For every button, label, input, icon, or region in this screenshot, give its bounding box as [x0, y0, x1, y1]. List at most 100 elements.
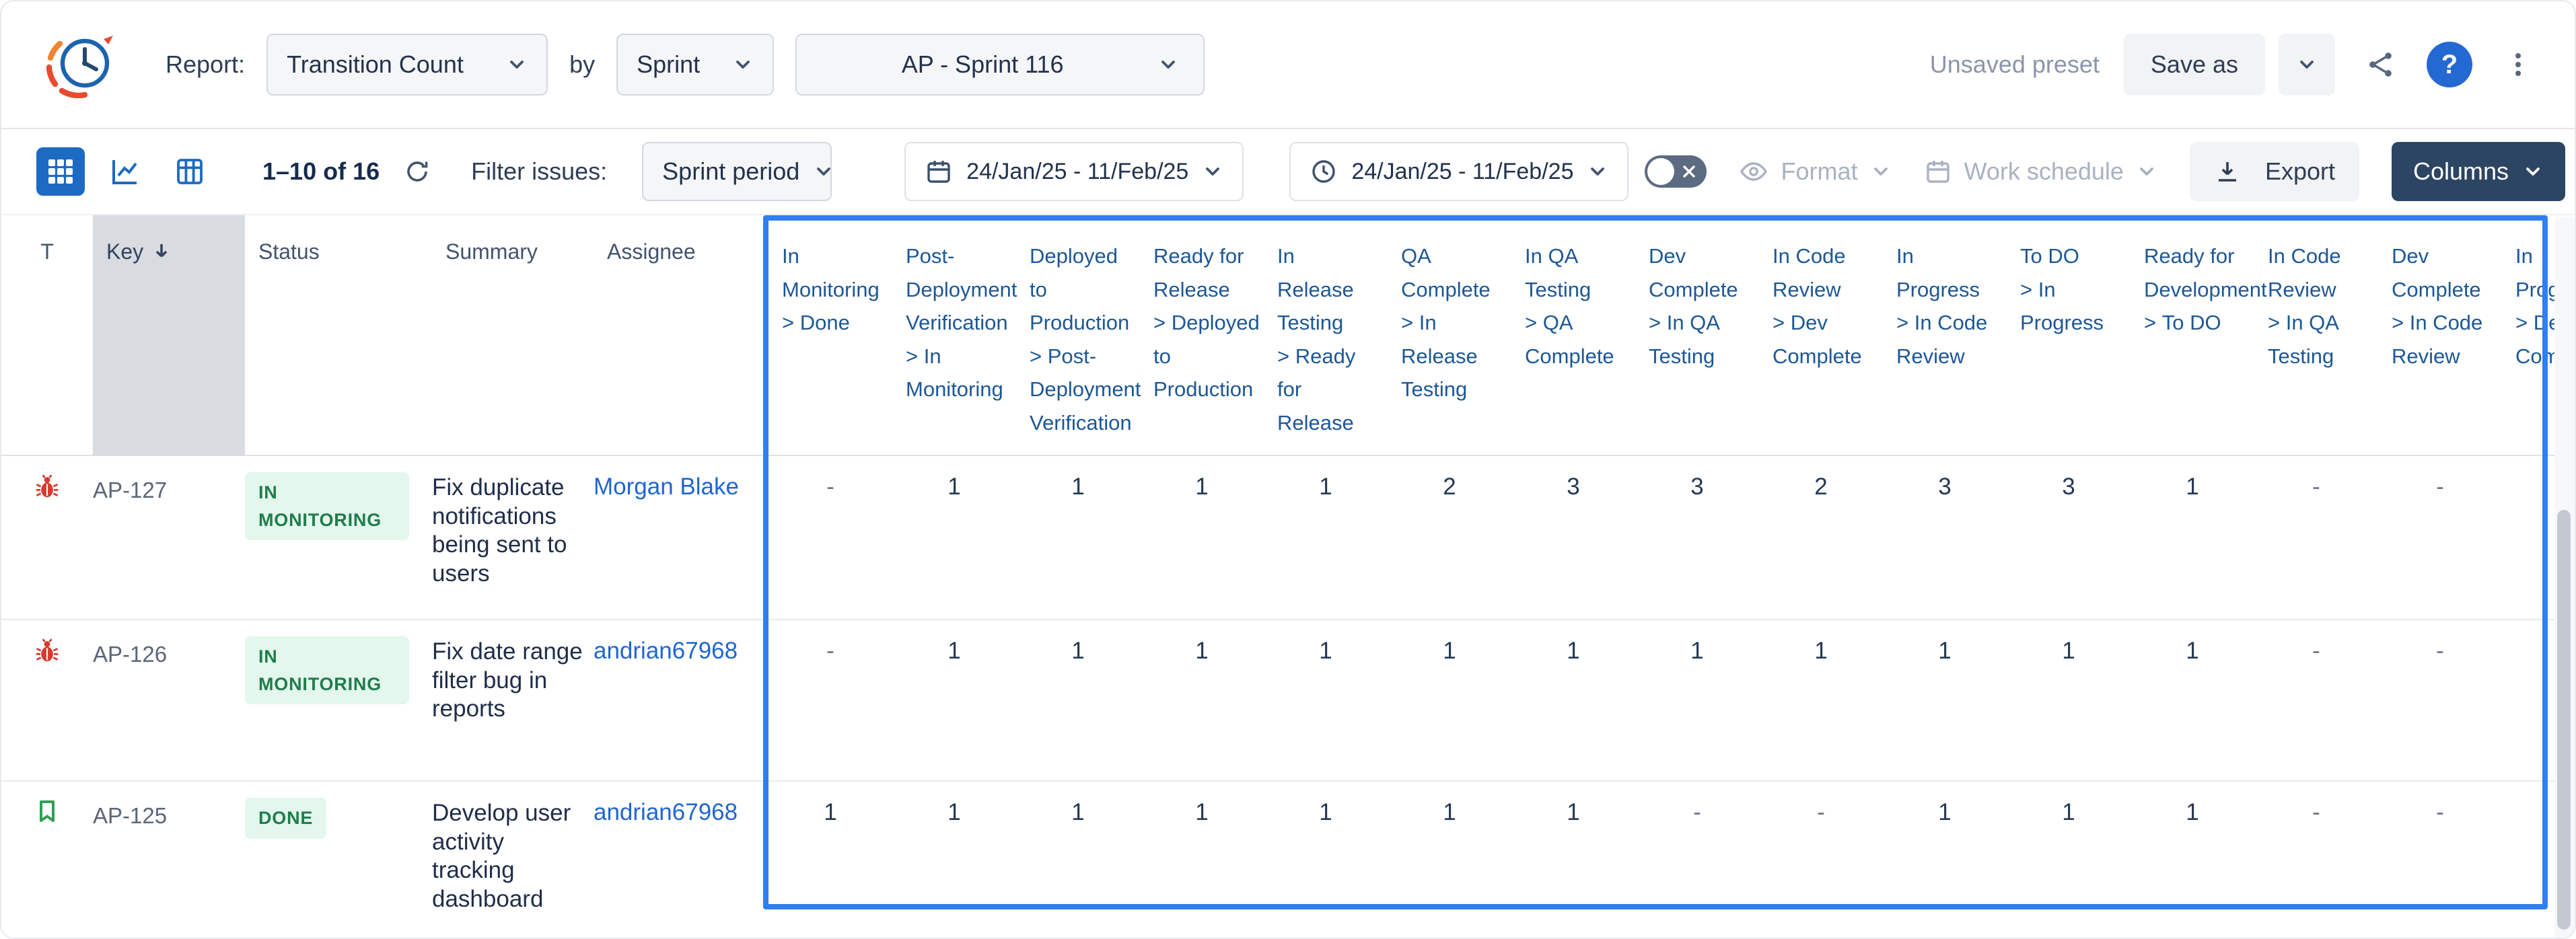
- issue-summary-link[interactable]: Fix date range filter bug in reports: [432, 620, 594, 780]
- toggle-knob: [1647, 158, 1674, 185]
- work-schedule-button[interactable]: Work schedule: [1924, 157, 2157, 186]
- transition-column-header[interactable]: In Progress > In Code Review: [1883, 215, 2007, 455]
- refresh-button[interactable]: [398, 153, 436, 190]
- transition-count-cell: 1: [1388, 782, 1511, 938]
- group-by-select[interactable]: Sprint: [616, 34, 774, 96]
- report-type-value: Transition Count: [287, 50, 464, 79]
- export-button[interactable]: Export: [2190, 142, 2359, 201]
- column-header-type[interactable]: T: [1, 215, 93, 455]
- transition-count-cell: -: [2378, 456, 2502, 619]
- column-header-key[interactable]: Key: [93, 215, 245, 456]
- transition-column-header[interactable]: In Progress > Dev Complete: [2502, 215, 2559, 455]
- transition-count-cell: -: [2254, 620, 2378, 780]
- chevron-down-icon: [2136, 161, 2157, 182]
- sprint-select[interactable]: AP - Sprint 116: [795, 34, 1205, 96]
- filter-issues-label: Filter issues:: [471, 157, 607, 186]
- transition-count-cell: 3: [1635, 456, 1759, 619]
- transition-count-cell: 1: [892, 620, 1016, 780]
- transition-column-header[interactable]: In Code Review > In QA Testing: [2254, 215, 2378, 455]
- transition-count-cell: 2: [1388, 456, 1511, 619]
- period-select[interactable]: Sprint period: [642, 142, 832, 201]
- transition-count-cell: -: [1635, 782, 1759, 938]
- transition-count-cell: 3: [1883, 456, 2007, 619]
- group-by-value: Sprint: [637, 50, 700, 79]
- date-range-picker[interactable]: 24/Jan/25 - 11/Feb/25: [904, 142, 1244, 201]
- transition-count-cell: -: [768, 620, 892, 780]
- column-header-summary[interactable]: Summary: [432, 215, 594, 455]
- vertical-scrollbar[interactable]: [2554, 217, 2575, 939]
- chevron-down-icon: [813, 161, 834, 182]
- status-cell: IN MONITORING: [245, 620, 432, 780]
- date-range-value: 24/Jan/25 - 11/Feb/25: [966, 159, 1188, 185]
- transition-column-header[interactable]: Dev Complete > In Code Review: [2378, 215, 2502, 455]
- issue-key[interactable]: AP-125: [93, 782, 245, 938]
- time-range-picker[interactable]: 24/Jan/25 - 11/Feb/25: [1289, 142, 1629, 201]
- columns-button[interactable]: Columns: [2392, 142, 2565, 201]
- bug-icon: [32, 636, 62, 666]
- transition-column-header[interactable]: In QA Testing > QA Complete: [1511, 215, 1635, 455]
- transition-column-header[interactable]: Ready for Release > Deployed to Producti…: [1140, 215, 1264, 455]
- transition-count-cell: 1: [1140, 620, 1264, 780]
- toolbar-actions: Format Work schedule Export Columns: [1645, 142, 2565, 201]
- transition-column-header[interactable]: To DO > In Progress: [2007, 215, 2131, 455]
- table-view-button[interactable]: [166, 147, 214, 196]
- format-button[interactable]: Format: [1739, 157, 1891, 186]
- report-type-select[interactable]: Transition Count: [266, 34, 548, 96]
- column-header-status[interactable]: Status: [245, 215, 432, 455]
- transition-column-header[interactable]: In Code Review > Dev Complete: [1759, 215, 1883, 455]
- story-bookmark-icon: [34, 798, 61, 825]
- chevron-down-icon: [1202, 161, 1223, 182]
- transition-count-cell: 2: [1759, 456, 1883, 619]
- chevron-down-icon: [2522, 161, 2544, 182]
- transition-count-cell: -: [1759, 782, 1883, 938]
- transition-column-header[interactable]: Post-Deployment Verification > In Monito…: [892, 215, 1016, 455]
- transition-count-cell: 1: [1264, 456, 1388, 619]
- column-header-assignee[interactable]: Assignee: [594, 215, 768, 455]
- more-menu-button[interactable]: [2497, 43, 2540, 86]
- assignee-link[interactable]: andrian67968: [594, 620, 768, 780]
- transition-count-cell: -: [2254, 456, 2378, 619]
- transition-column-header[interactable]: Deployed to Production > Post-Deployment…: [1016, 215, 1140, 455]
- issue-row: AP-125DONEDevelop user activity tracking…: [1, 782, 2559, 939]
- transition-count-cell: 1: [2131, 456, 2254, 619]
- share-icon: [2365, 48, 2397, 81]
- transition-count-cell: 3: [2007, 456, 2131, 619]
- toggle-switch[interactable]: [1645, 155, 1707, 188]
- save-as-menu-button[interactable]: [2279, 34, 2335, 96]
- chevron-down-icon: [1157, 54, 1179, 75]
- transition-column-header[interactable]: Ready for Development > To DO: [2131, 215, 2254, 455]
- issue-key[interactable]: AP-126: [93, 620, 245, 780]
- time-range-icon: [1310, 157, 1338, 186]
- toolbar: 1–10 of 16 Filter issues: Sprint period …: [1, 129, 2575, 215]
- issue-summary-link[interactable]: Develop user activity tracking dashboard: [432, 782, 594, 938]
- chart-view-button[interactable]: [101, 147, 149, 196]
- transition-count-cell: 3: [1511, 456, 1635, 619]
- transition-column-header[interactable]: Dev Complete > In QA Testing: [1635, 215, 1759, 455]
- transition-count-cell: 1: [2131, 620, 2254, 780]
- issue-summary-link[interactable]: Fix duplicate notifications being sent t…: [432, 456, 594, 619]
- calendar-icon: [1924, 157, 1952, 186]
- share-button[interactable]: [2359, 43, 2402, 86]
- scrollbar-thumb[interactable]: [2557, 510, 2571, 930]
- key-header-label: Key: [106, 239, 143, 264]
- transition-count-cell: 1: [1016, 782, 1140, 938]
- transition-count-cell: 1: [1264, 782, 1388, 938]
- transition-column-header[interactable]: QA Complete > In Release Testing: [1388, 215, 1511, 455]
- help-button[interactable]: ?: [2427, 42, 2472, 87]
- transition-count-cell: 1: [1635, 620, 1759, 780]
- issue-type-cell: [1, 456, 93, 619]
- transition-count-cell: 1: [2007, 782, 2131, 938]
- transition-column-header[interactable]: In Monitoring > Done: [768, 215, 892, 455]
- transition-count-cell: 1: [2131, 782, 2254, 938]
- status-cell: IN MONITORING: [245, 456, 432, 619]
- format-label: Format: [1781, 157, 1857, 186]
- work-schedule-label: Work schedule: [1964, 157, 2124, 186]
- grid-view-button[interactable]: [36, 147, 85, 196]
- export-icon: [2214, 158, 2241, 185]
- transition-count-cell: 1: [1016, 620, 1140, 780]
- assignee-link[interactable]: andrian67968: [594, 782, 768, 938]
- assignee-link[interactable]: Morgan Blake: [594, 456, 768, 619]
- save-as-button[interactable]: Save as: [2124, 34, 2265, 96]
- issue-key[interactable]: AP-127: [93, 456, 245, 619]
- transition-column-header[interactable]: In Release Testing > Ready for Release: [1264, 215, 1388, 455]
